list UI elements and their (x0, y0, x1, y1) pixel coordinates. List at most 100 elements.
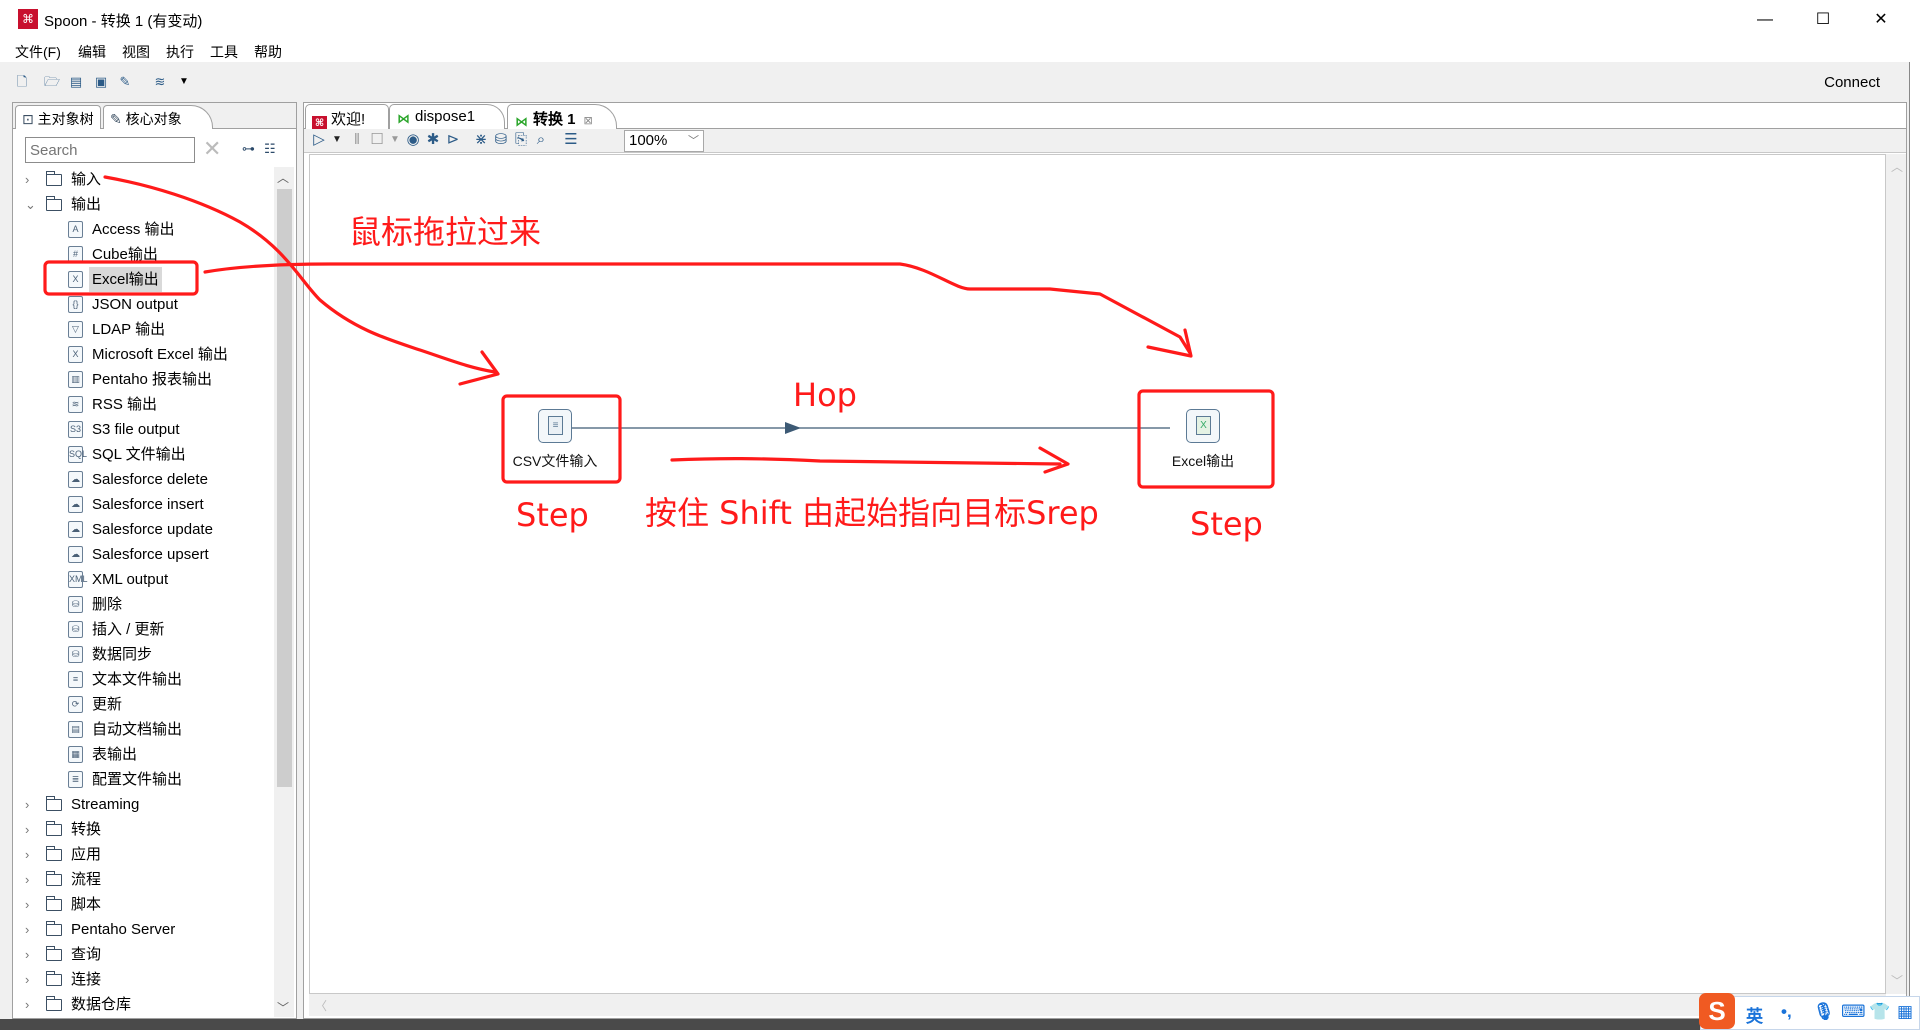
run-icon[interactable]: ▷ (310, 131, 328, 149)
replay-icon[interactable]: ⊳ (444, 131, 462, 149)
save-as-icon[interactable]: ✎ (117, 74, 133, 90)
menu-file[interactable]: 文件(F) (15, 42, 61, 62)
chevron-right-icon[interactable]: › (25, 992, 39, 1017)
dropdown-arrow-icon[interactable]: ▼ (176, 74, 192, 90)
tree-item[interactable]: ≣ 配置文件输出 (13, 767, 271, 792)
scroll-up-icon[interactable]: ︿ (277, 169, 289, 186)
chevron-right-icon[interactable]: › (25, 967, 39, 992)
run-dropdown-icon[interactable]: ▼ (328, 131, 346, 149)
debug-icon[interactable]: ✱ (424, 131, 442, 149)
chevron-right-icon[interactable]: › (25, 842, 39, 867)
keyboard-icon[interactable]: ⌨ (1841, 1002, 1866, 1022)
tab-welcome[interactable]: ⌘ 欢迎! (305, 104, 389, 131)
canvas-horizontal-scrollbar[interactable]: 〈 (309, 994, 1886, 1016)
scrollbar-thumb[interactable] (277, 189, 292, 787)
tree-folder[interactable]: › Pentaho Server (13, 917, 271, 942)
sogou-logo-icon[interactable]: S (1699, 993, 1735, 1029)
microphone-icon[interactable]: 🎙 (1813, 1002, 1835, 1022)
chevron-right-icon[interactable]: › (25, 817, 39, 842)
tree-scrollbar[interactable]: ︿ ﹀ (274, 167, 294, 1017)
tab-main-object-tree[interactable]: ⊡ 主对象树 (15, 105, 101, 129)
ime-punctuation-toggle[interactable]: •, (1781, 1002, 1792, 1022)
chevron-right-icon[interactable]: › (25, 792, 39, 817)
minimize-button[interactable]: — (1742, 4, 1788, 36)
tree-item[interactable]: # Cube输出 (13, 242, 271, 267)
search-input[interactable] (25, 137, 195, 163)
tree-item[interactable]: ▦ 表输出 (13, 742, 271, 767)
tab-core-objects[interactable]: ✎ 核心对象 (103, 105, 213, 129)
tree-item[interactable]: ▥ Pentaho 报表输出 (13, 367, 271, 392)
close-tab-icon[interactable]: ⊠ (584, 115, 593, 127)
chevron-down-icon[interactable]: ⌄ (25, 192, 39, 217)
expand-tree-icon[interactable]: ☷ (264, 141, 276, 157)
scroll-down-icon[interactable]: ﹀ (277, 999, 289, 1016)
tree-folder[interactable]: › 应用 (13, 842, 271, 867)
scroll-left-icon[interactable]: 〈 (315, 997, 327, 1014)
save-icon[interactable]: ▣ (93, 74, 109, 90)
tree-item[interactable]: ⟳ 更新 (13, 692, 271, 717)
connect-button[interactable]: Connect (1824, 74, 1880, 91)
tree-folder[interactable]: › 连接 (13, 967, 271, 992)
tree-item[interactable]: A Access 输出 (13, 217, 271, 242)
scroll-down-icon[interactable]: ﹀ (1891, 972, 1903, 989)
tree-folder[interactable]: › 转换 (13, 817, 271, 842)
show-results-icon[interactable]: ☰ (562, 131, 580, 149)
explore-repository-icon[interactable]: ▤ (68, 74, 84, 90)
chevron-right-icon[interactable]: › (25, 942, 39, 967)
menu-help[interactable]: 帮助 (254, 42, 282, 62)
menu-run[interactable]: 执行 (166, 42, 194, 62)
menu-edit[interactable]: 编辑 (78, 42, 106, 62)
tree-folder[interactable]: › 查询 (13, 942, 271, 967)
chevron-right-icon[interactable]: › (25, 167, 39, 192)
tree-item[interactable]: SQL SQL 文件输出 (13, 442, 271, 467)
chevron-right-icon[interactable]: › (25, 867, 39, 892)
tree-folder[interactable]: › 输入 (13, 167, 271, 192)
tree-folder[interactable]: › 流程 (13, 867, 271, 892)
tree-item[interactable]: ⛁ 插入 / 更新 (13, 617, 271, 642)
tree-item[interactable]: ☁ Salesforce upsert (13, 542, 271, 567)
preview-icon[interactable]: ◉ (404, 131, 422, 149)
database-explore-icon[interactable]: ⌕ (532, 131, 550, 149)
menu-view[interactable]: 视图 (122, 42, 150, 62)
perspective-layers-icon[interactable]: ≋ (152, 74, 168, 90)
impact-analysis-icon[interactable]: ⛁ (492, 131, 510, 149)
tree-item[interactable]: S3 S3 file output (13, 417, 271, 442)
clear-search-icon[interactable]: ✕ (203, 137, 221, 161)
tree-item[interactable]: ▤ 自动文档输出 (13, 717, 271, 742)
step-excel-output[interactable]: X Excel输出 (1138, 409, 1268, 471)
tab-transformation-1[interactable]: ⋈ 转换 1 ⊠ (507, 104, 617, 129)
tree-item[interactable]: {} JSON output (13, 292, 271, 317)
tree-item[interactable]: X Excel输出 (13, 267, 271, 292)
collapse-tree-icon[interactable]: ⊶ (242, 141, 255, 157)
tree-folder[interactable]: ⌄ 输出 (13, 192, 271, 217)
chevron-right-icon[interactable]: › (25, 917, 39, 942)
maximize-button[interactable]: ☐ (1800, 4, 1846, 36)
tree-folder[interactable]: › Streaming (13, 792, 271, 817)
stop-icon[interactable]: ☐ (368, 131, 386, 149)
stop-dropdown-icon[interactable]: ▼ (386, 131, 404, 149)
scroll-up-icon[interactable]: ︿ (1891, 158, 1903, 175)
tree-item[interactable]: ☁ Salesforce insert (13, 492, 271, 517)
zoom-level-select[interactable]: 100% ﹀ (624, 130, 704, 152)
step-csv-input[interactable]: ≡ CSV文件输入 (490, 409, 620, 471)
new-file-icon[interactable]: 🗋 (14, 74, 30, 90)
tree-item[interactable]: ⛁ 删除 (13, 592, 271, 617)
tree-folder[interactable]: › 脚本 (13, 892, 271, 917)
tree-item[interactable]: ≋ RSS 输出 (13, 392, 271, 417)
canvas-vertical-scrollbar[interactable]: ︿ ﹀ (1886, 154, 1906, 994)
tab-dispose1[interactable]: ⋈ dispose1 (389, 104, 505, 129)
tree-item[interactable]: ☁ Salesforce update (13, 517, 271, 542)
transformation-canvas[interactable]: ≡ CSV文件输入 X Excel输出 鼠标拖拉过来 Hop Step Step… (309, 154, 1886, 994)
open-file-icon[interactable]: 🗁 (44, 74, 60, 90)
generate-sql-icon[interactable]: ⎘ (512, 131, 530, 149)
tree-item[interactable]: XML XML output (13, 567, 271, 592)
menu-tools[interactable]: 工具 (210, 42, 238, 62)
tree-item[interactable]: X Microsoft Excel 输出 (13, 342, 271, 367)
close-button[interactable]: ✕ (1858, 4, 1904, 36)
verify-icon[interactable]: ⋇ (472, 131, 490, 149)
tree-item[interactable]: ☁ Salesforce delete (13, 467, 271, 492)
pause-icon[interactable]: ‖ (348, 131, 366, 149)
tree-item[interactable]: ≡ 文本文件输出 (13, 667, 271, 692)
tree-item[interactable]: ⛁ 数据同步 (13, 642, 271, 667)
skin-icon[interactable]: 👕 (1869, 1002, 1890, 1022)
